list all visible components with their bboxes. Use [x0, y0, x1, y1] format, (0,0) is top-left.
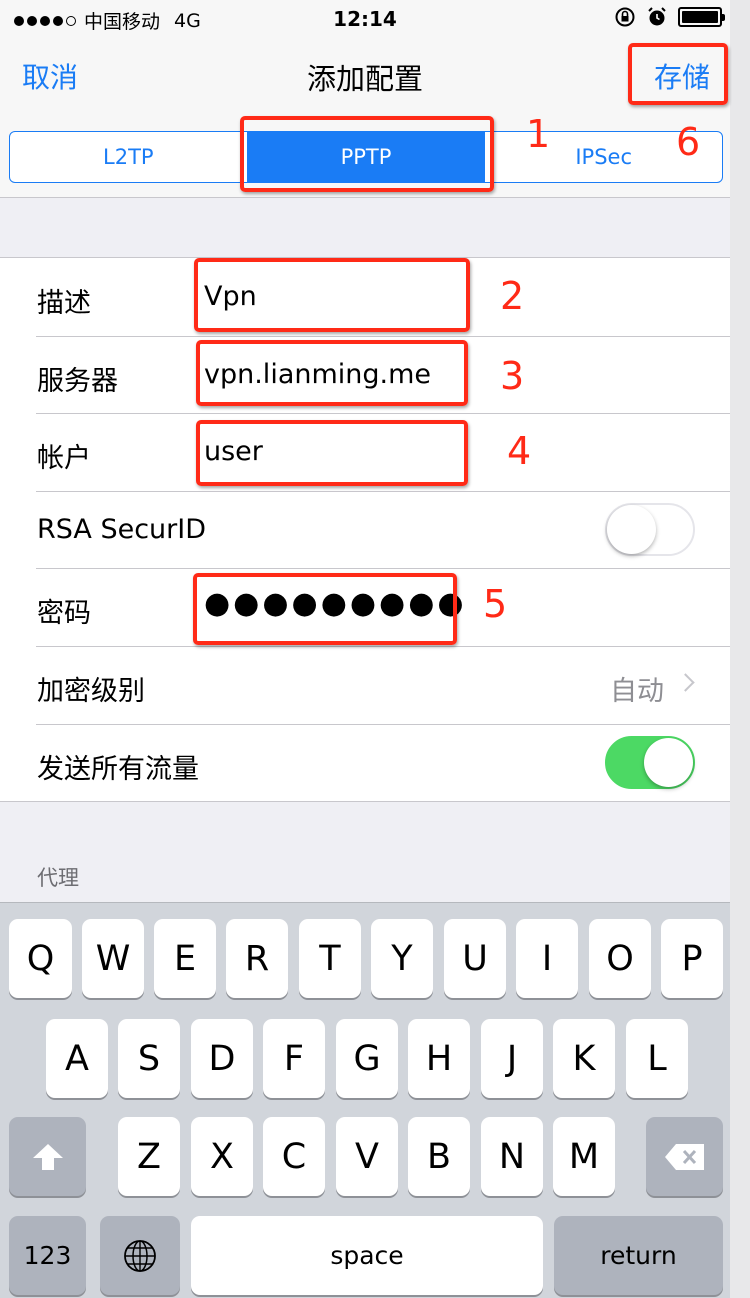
globe-icon — [124, 1239, 156, 1272]
battery-icon — [678, 7, 725, 27]
vpn-config-form: 描述 Vpn 服务器 vpn.lianming.me 帐户 user RSA S… — [0, 257, 730, 803]
key-c[interactable]: C — [263, 1117, 325, 1196]
annotation-box-account — [196, 420, 468, 486]
key-q[interactable]: Q — [9, 919, 72, 998]
key-r[interactable]: R — [226, 919, 288, 998]
annotation-box-description — [194, 258, 470, 332]
key-d[interactable]: D — [191, 1019, 253, 1098]
annotation-box-save — [628, 43, 728, 105]
annotation-box-server — [196, 340, 468, 406]
key-p[interactable]: P — [661, 919, 723, 998]
shift-arrow-icon — [32, 1143, 63, 1170]
annotation-number-2: 2 — [500, 274, 525, 318]
account-label: 帐户 — [37, 443, 91, 475]
right-edge-strip — [730, 0, 750, 1298]
annotation-number-5: 5 — [483, 582, 508, 626]
description-label: 描述 — [37, 288, 91, 319]
key-y[interactable]: Y — [371, 919, 433, 998]
rsa-securid-toggle[interactable] — [605, 502, 695, 556]
key-n[interactable]: N — [481, 1117, 543, 1196]
key-w[interactable]: W — [82, 919, 144, 998]
battery-level — [682, 11, 718, 23]
key-z[interactable]: Z — [118, 1117, 180, 1196]
key-b[interactable]: B — [408, 1117, 470, 1196]
key-f[interactable]: F — [263, 1019, 325, 1098]
rotation-lock-icon — [615, 7, 635, 27]
backspace-icon — [664, 1143, 704, 1170]
key-v[interactable]: V — [336, 1117, 398, 1196]
space-key[interactable]: space — [191, 1216, 543, 1295]
page-title: 添加配置 — [306, 62, 423, 96]
keyboard: Q W E R T Y U I O P A S D F G H J K L Z … — [0, 902, 730, 1298]
key-i[interactable]: I — [516, 919, 578, 998]
encryption-level-value: 自动 — [610, 675, 664, 707]
alarm-icon — [648, 7, 666, 26]
annotation-number-6: 6 — [676, 120, 701, 164]
encryption-level-label: 加密级别 — [37, 675, 145, 707]
key-o[interactable]: O — [589, 919, 651, 998]
key-g[interactable]: G — [336, 1019, 398, 1098]
key-t[interactable]: T — [299, 919, 361, 998]
numbers-key[interactable]: 123 — [9, 1216, 86, 1295]
key-m[interactable]: M — [553, 1117, 615, 1196]
key-l[interactable]: L — [626, 1019, 688, 1098]
annotation-number-3: 3 — [500, 354, 525, 398]
send-all-traffic-row: 发送所有流量 — [0, 723, 730, 802]
segment-l2tp[interactable]: L2TP — [10, 132, 247, 182]
delete-key[interactable] — [646, 1117, 723, 1196]
proxy-section-header: 代理 — [37, 866, 79, 890]
key-e[interactable]: E — [154, 919, 216, 998]
annotation-box-password — [193, 573, 457, 645]
rsa-securid-row: RSA SecurID — [0, 490, 730, 569]
chevron-right-icon — [676, 673, 695, 692]
annotation-number-4: 4 — [507, 429, 532, 473]
encryption-level-row[interactable]: 加密级别 自动 — [0, 645, 730, 724]
server-label: 服务器 — [37, 365, 118, 397]
globe-key[interactable] — [100, 1216, 180, 1295]
status-right — [614, 6, 725, 28]
annotation-number-1: 1 — [526, 112, 551, 156]
key-a[interactable]: A — [46, 1019, 108, 1098]
navigation-bar: 取消 添加配置 存储 — [0, 38, 730, 114]
key-k[interactable]: K — [553, 1019, 615, 1098]
annotation-box-pptp — [240, 116, 494, 192]
key-s[interactable]: S — [118, 1019, 180, 1098]
key-u[interactable]: U — [444, 919, 506, 998]
key-h[interactable]: H — [408, 1019, 470, 1098]
send-all-traffic-label: 发送所有流量 — [37, 753, 199, 785]
key-x[interactable]: X — [191, 1117, 253, 1196]
status-bar: 中国移动 4G 12:14 — [0, 0, 730, 38]
key-j[interactable]: J — [481, 1019, 543, 1098]
shift-key[interactable] — [9, 1117, 86, 1196]
rsa-securid-label: RSA SecurID — [37, 513, 207, 545]
return-key[interactable]: return — [554, 1216, 723, 1295]
password-label: 密码 — [37, 598, 91, 630]
send-all-traffic-toggle[interactable] — [605, 735, 695, 789]
